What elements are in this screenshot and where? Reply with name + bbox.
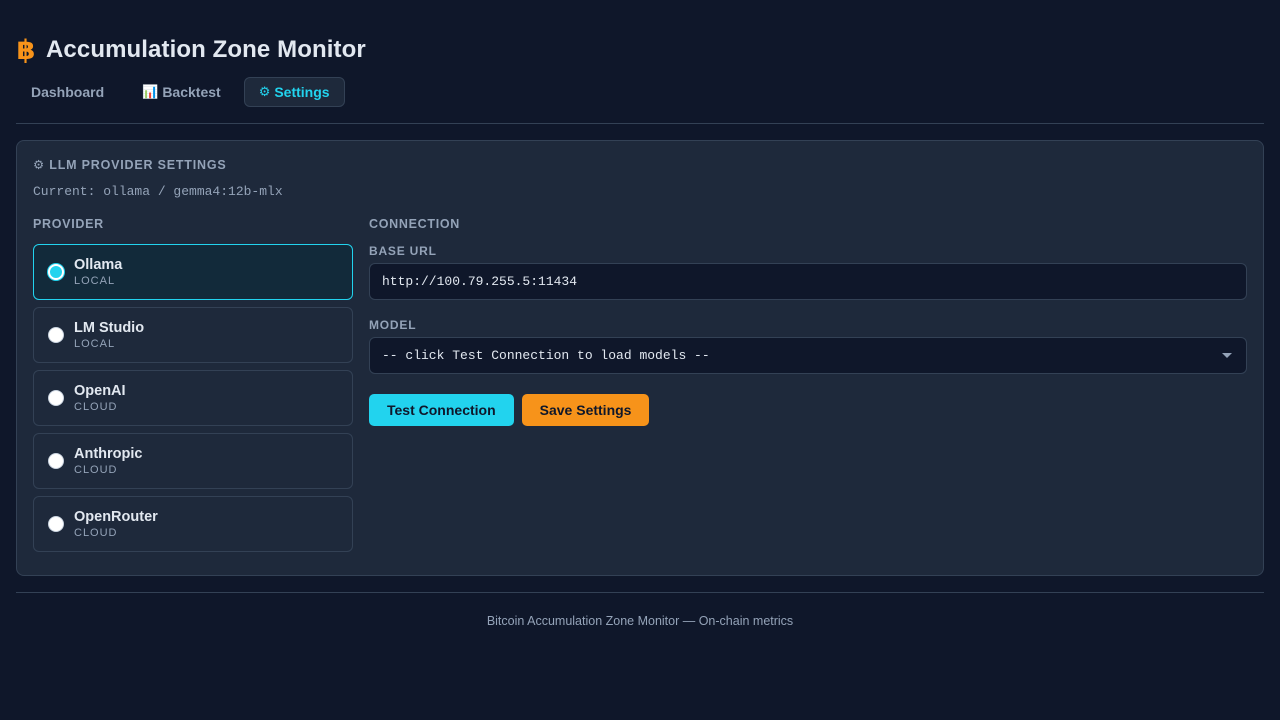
radio-unselected[interactable] <box>48 453 64 469</box>
test-connection-button[interactable]: Test Connection <box>369 394 514 426</box>
current-provider-text: Current: ollama / gemma4:12b-mlx <box>33 184 283 199</box>
provider-type: LOCAL <box>74 274 116 287</box>
panel-title: ⚙ LLM PROVIDER SETTINGS <box>33 158 227 172</box>
bitcoin-icon: ฿ <box>16 34 36 65</box>
header: ฿ Accumulation Zone Monitor Dashboard 📊 … <box>16 0 1264 107</box>
model-select[interactable]: -- click Test Connection to load models … <box>369 337 1247 374</box>
radio-selected[interactable] <box>48 264 64 280</box>
provider-name: Anthropic <box>74 445 143 462</box>
base-url-input[interactable]: http://100.79.255.5:11434 <box>369 263 1247 300</box>
footer: Bitcoin Accumulation Zone Monitor — On-c… <box>16 614 1264 628</box>
radio-unselected[interactable] <box>48 516 64 532</box>
provider-name: OpenAI <box>74 382 126 399</box>
app-title: Accumulation Zone Monitor <box>46 36 366 63</box>
provider-option-anthropic[interactable]: Anthropic CLOUD <box>33 433 353 489</box>
provider-text: Anthropic CLOUD <box>74 446 142 477</box>
provider-name: LM Studio <box>74 319 145 336</box>
radio-unselected[interactable] <box>48 390 64 406</box>
tab-label: Dashboard <box>31 84 105 100</box>
provider-text: Ollama LOCAL <box>74 257 122 288</box>
provider-type: CLOUD <box>74 463 118 476</box>
provider-text: OpenAI CLOUD <box>74 383 126 414</box>
settings-columns: PROVIDER Ollama LOCAL LM Studio LOCAL Op… <box>33 216 1247 552</box>
page: ฿ Accumulation Zone Monitor Dashboard 📊 … <box>0 0 1280 720</box>
action-buttons: Test Connection Save Settings <box>369 394 1247 426</box>
llm-settings-panel: ⚙ LLM PROVIDER SETTINGS Current: ollama … <box>16 140 1264 576</box>
connection-section-label: CONNECTION <box>369 217 461 231</box>
provider-type: LOCAL <box>74 337 116 350</box>
provider-text: LM Studio LOCAL <box>74 320 144 351</box>
provider-type: CLOUD <box>74 526 118 539</box>
tab-settings[interactable]: ⚙ Settings <box>243 77 345 107</box>
header-divider <box>16 123 1264 124</box>
tab-label: Settings <box>274 84 330 100</box>
title-row: ฿ Accumulation Zone Monitor <box>16 34 1264 66</box>
model-select-value: -- click Test Connection to load models … <box>382 348 710 363</box>
provider-option-openai[interactable]: OpenAI CLOUD <box>33 370 353 426</box>
base-url-value: http://100.79.255.5:11434 <box>382 274 578 289</box>
provider-type: CLOUD <box>74 400 118 413</box>
gear-icon: ⚙ <box>258 84 271 99</box>
tab-backtest[interactable]: 📊 Backtest <box>127 77 236 107</box>
tab-label: Backtest <box>162 84 221 100</box>
chevron-down-icon <box>1222 353 1232 358</box>
provider-option-ollama[interactable]: Ollama LOCAL <box>33 244 353 300</box>
nav-tabs: Dashboard 📊 Backtest ⚙ Settings <box>16 77 1264 107</box>
save-settings-button[interactable]: Save Settings <box>521 394 650 426</box>
provider-option-openrouter[interactable]: OpenRouter CLOUD <box>33 496 353 552</box>
bar-chart-icon: 📊 <box>142 84 159 99</box>
provider-column: PROVIDER Ollama LOCAL LM Studio LOCAL Op… <box>33 216 353 552</box>
footer-text: Bitcoin Accumulation Zone Monitor — On-c… <box>486 614 794 628</box>
tab-dashboard[interactable]: Dashboard <box>16 77 119 107</box>
provider-list: Ollama LOCAL LM Studio LOCAL OpenAI CLOU… <box>33 244 353 552</box>
base-url-label: BASE URL <box>369 244 437 258</box>
provider-text: OpenRouter CLOUD <box>74 509 158 540</box>
provider-name: Ollama <box>74 256 123 273</box>
provider-name: OpenRouter <box>74 508 158 525</box>
provider-section-label: PROVIDER <box>33 217 104 231</box>
model-label: MODEL <box>369 318 417 332</box>
provider-option-lm-studio[interactable]: LM Studio LOCAL <box>33 307 353 363</box>
connection-column: CONNECTION BASE URL http://100.79.255.5:… <box>369 216 1247 552</box>
radio-unselected[interactable] <box>48 327 64 343</box>
footer-divider <box>16 592 1264 593</box>
